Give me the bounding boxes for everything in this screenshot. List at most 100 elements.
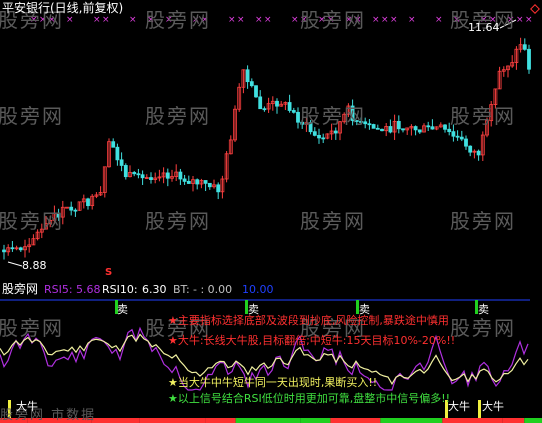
candle-body: [186, 180, 191, 184]
candle-body: [430, 126, 435, 130]
low-price-label: 8.88: [22, 259, 47, 272]
candle-body: [371, 124, 376, 129]
rsi5-value: 5.68: [76, 283, 101, 296]
big-bull-label: 大牛: [16, 400, 38, 413]
candle-body: [123, 165, 128, 178]
candle-body: [140, 174, 145, 179]
sell-signal-label: 卖: [478, 303, 489, 316]
signal-marker: ×: [516, 15, 524, 25]
trend-strip-segment: [524, 418, 542, 423]
candle-body: [333, 130, 338, 134]
signal-marker: ×: [66, 15, 74, 25]
signal-marker: ×: [525, 15, 533, 25]
candle-body: [447, 128, 452, 133]
candle-body: [149, 177, 153, 180]
diamond-icon: [530, 4, 540, 14]
candle-body: [291, 110, 296, 113]
watermark: 股旁网: [0, 209, 64, 233]
chart-title: 平安银行(日线,前复权): [2, 1, 124, 15]
watermark: 股旁网: [145, 104, 211, 128]
candle-body: [396, 120, 401, 130]
candle-body: [468, 145, 473, 153]
rsi5-label: RSI5:: [44, 283, 73, 296]
signal-marker: ×: [264, 15, 272, 25]
candle-body: [388, 126, 393, 133]
watermark: 股旁网: [145, 8, 211, 32]
candle-body: [165, 172, 170, 179]
high-price-label: 11.64: [468, 21, 500, 34]
signal-marker: ×: [372, 15, 380, 25]
candle-body: [207, 182, 212, 188]
candle-body: [417, 129, 422, 133]
candle-body: [375, 127, 380, 130]
candle-body: [262, 108, 267, 111]
candle-body: [312, 131, 317, 136]
candle-body: [73, 209, 78, 212]
sell-signal-label: 卖: [248, 303, 259, 316]
signal-marker: ×: [237, 15, 245, 25]
candle-body: [245, 69, 250, 83]
candle-body: [254, 85, 258, 98]
bt-value: - : 0.00: [193, 283, 233, 296]
trend-strip-segment: [139, 418, 206, 423]
bull-signal-bar: [478, 400, 481, 418]
signal-marker: ×: [381, 15, 389, 25]
candle-body: [115, 146, 120, 161]
candle-body: [195, 179, 200, 185]
trend-strip-segment: [330, 418, 381, 423]
candle-body: [178, 171, 183, 180]
bt-label: BT:: [173, 283, 190, 296]
signal-marker: ×: [228, 15, 236, 25]
signal-marker: ×: [93, 15, 101, 25]
watermark: 股旁网 市数据: [0, 408, 97, 423]
candle-body: [203, 180, 208, 184]
note-4: ★以上信号结合RSI低位时用更加可靠,盘整市中信号偏多!!: [168, 392, 451, 405]
candle-body: [249, 81, 254, 87]
watermark: 股旁网: [300, 104, 366, 128]
watermark: 股旁网: [145, 209, 211, 233]
trend-strip-segment: [205, 418, 236, 423]
candle-body: [119, 159, 124, 166]
candle-body: [317, 134, 321, 139]
watermark: 股旁网: [450, 316, 516, 340]
signal-marker: ×: [408, 15, 416, 25]
candle-body: [136, 173, 141, 176]
trend-strip-segment: [442, 418, 503, 423]
blue-line-value: 10.00: [242, 283, 274, 296]
note-1: ★主要指标选择底部及波段到抄底,风险控制,暴跌途中慎用: [168, 314, 449, 327]
rsi10-label: RSI10:: [102, 283, 138, 296]
signal-marker: ×: [255, 15, 263, 25]
watermark: 股旁网: [0, 316, 64, 340]
candle-body: [111, 141, 116, 148]
candle-body: [527, 48, 531, 70]
big-bull-label: 大牛: [482, 400, 504, 413]
watermark: 股旁网: [300, 8, 366, 32]
note-3: ★当大牛中牛短牛同一天出现时,果断买入!!: [168, 376, 378, 389]
candle-body: [18, 247, 23, 251]
candle-body: [258, 96, 263, 110]
candle-body: [464, 138, 468, 147]
candle-body: [451, 131, 456, 137]
rsi10-value: 6.30: [142, 283, 167, 296]
watermark: 股旁网: [450, 209, 516, 233]
candlestick-chart[interactable]: × × × × × × × × × × × × × × × × × × × × × × × × × × × × × × × ×: [0, 0, 542, 280]
signal-marker: ×: [129, 15, 137, 25]
signal-marker: ×: [435, 15, 443, 25]
candle-body: [132, 172, 137, 175]
signal-marker: ×: [390, 15, 398, 25]
candle-body: [426, 125, 431, 128]
sell-signal-label: 卖: [117, 303, 128, 316]
candle-body: [182, 178, 187, 182]
candle-body: [275, 100, 279, 107]
trend-strip-segment: [91, 418, 140, 423]
stock-chart-window: × × × × × × × × × × × × × × × × × × × × × × × × × × × × × × × × 股旁网 股旁网…: [0, 0, 542, 423]
candle-body: [455, 135, 460, 138]
candle-body: [401, 128, 405, 131]
candle-body: [216, 184, 221, 193]
candle-body: [86, 198, 90, 207]
low-price-arrow: [7, 261, 23, 267]
candle-body: [2, 249, 6, 253]
candle-body: [287, 102, 292, 111]
signal-marker: ×: [102, 15, 110, 25]
candle-body: [69, 206, 74, 211]
